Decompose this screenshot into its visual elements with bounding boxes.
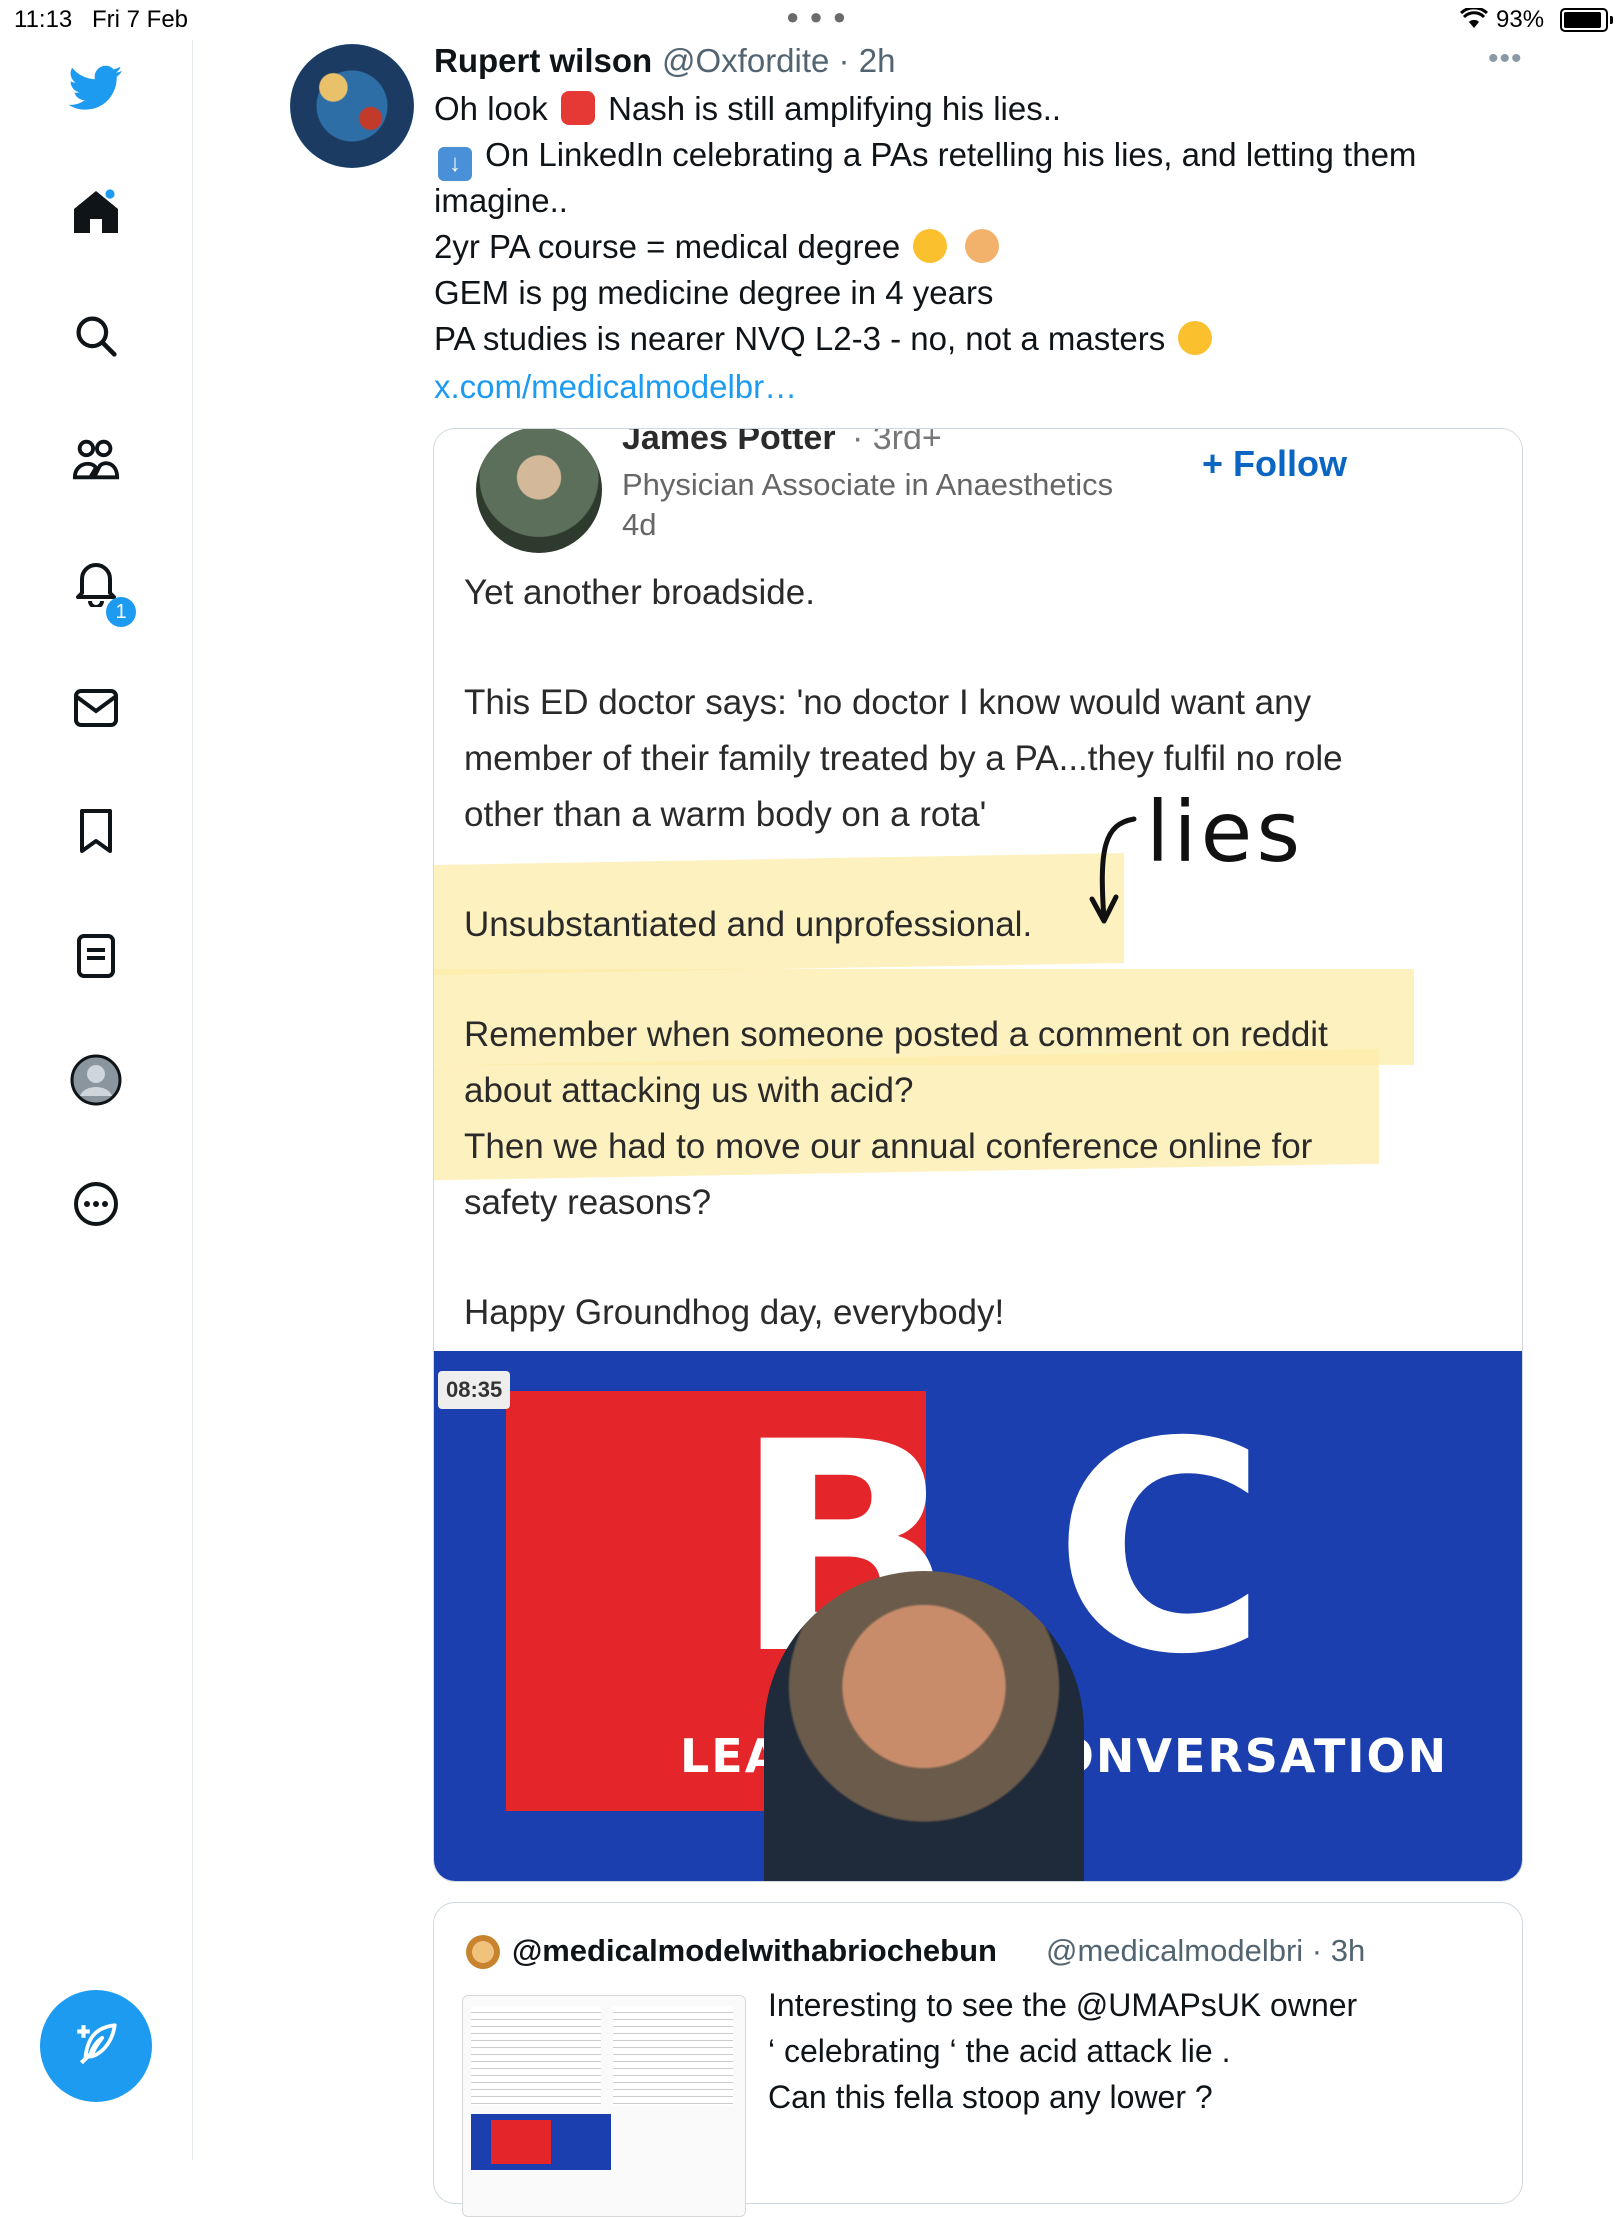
video-thumbnail[interactable]: B C LEA CONVERSATION 08:35 bbox=[434, 1351, 1522, 1881]
tweet-line-5: GEM is pg medicine degree in 4 years bbox=[434, 274, 994, 311]
twitter-bird-icon[interactable] bbox=[66, 58, 126, 118]
quoted-tweet-text: Interesting to see the @UMAPsUK owner bbox=[768, 1987, 1358, 2023]
quoted-tweet-text: ‘ celebrating ‘ the acid attack lie . bbox=[768, 2033, 1231, 2069]
video-timestamp: 08:35 bbox=[438, 1371, 511, 1409]
laughing-crying-emoji bbox=[913, 229, 948, 263]
facepalm-emoji bbox=[964, 229, 999, 263]
quoted-tweet[interactable]: @medicalmodelwithabriochebun @medicalmod… bbox=[433, 1902, 1523, 2217]
status-date: Fri 7 Feb bbox=[92, 6, 189, 33]
author-avatar[interactable] bbox=[290, 44, 414, 168]
linkedin-name: James Potter bbox=[622, 428, 836, 457]
communities-icon[interactable] bbox=[66, 430, 126, 490]
compose-feather-icon bbox=[71, 2019, 121, 2074]
profile-avatar-icon[interactable] bbox=[66, 1050, 126, 1110]
author-handle[interactable]: @Oxfordite · 2h bbox=[662, 42, 895, 80]
linkedin-text: member of their family treated by a PA..… bbox=[464, 739, 1343, 778]
tweet-link[interactable]: x.com/medicalmodelbr… bbox=[434, 368, 797, 406]
linkedin-text: This ED doctor says: 'no doctor I know w… bbox=[464, 683, 1312, 722]
handwritten-annotation: lies bbox=[1084, 783, 1414, 939]
sidebar-nav: 1 bbox=[0, 40, 193, 2160]
linkedin-text: Happy Groundhog day, everybody! bbox=[464, 1293, 1005, 1332]
battery-percentage: 93% bbox=[1496, 6, 1545, 33]
tweet-line-1: Oh look Nash is still amplifying his lie… bbox=[434, 90, 1062, 127]
tweet-line-4: 2yr PA course = medical degree bbox=[434, 228, 1003, 266]
multitasking-dots-icon[interactable]: ● ● ● bbox=[786, 4, 848, 30]
linkedin-title: Physician Associate in Anaesthetics bbox=[622, 467, 1114, 502]
down-arrow-emoji: ↓ bbox=[438, 147, 472, 181]
bookmark-icon[interactable] bbox=[66, 802, 126, 862]
quoted-author-handle: @medicalmodelbri · 3h bbox=[1046, 1933, 1366, 1968]
linkedin-avatar bbox=[476, 429, 602, 553]
quoted-tweet-text: Can this fella stoop any lower ? bbox=[768, 2079, 1213, 2115]
messages-envelope-icon[interactable] bbox=[66, 678, 126, 738]
more-circle-icon[interactable] bbox=[66, 1174, 126, 1234]
linkedin-text: other than a warm body on a rota' bbox=[464, 795, 987, 834]
linkedin-follow-label: + Follow bbox=[1202, 443, 1348, 484]
author-name[interactable]: Rupert wilson bbox=[434, 42, 652, 80]
lists-icon[interactable] bbox=[66, 926, 126, 986]
linkedin-time: 4d bbox=[622, 507, 657, 542]
linkedin-text: Yet another broadside. bbox=[464, 573, 815, 612]
tweet-line-3: imagine.. bbox=[434, 182, 568, 219]
status-bar: 11:13 Fri 7 Feb ● ● ● 93% bbox=[0, 0, 1620, 40]
linkedin-text: safety reasons? bbox=[464, 1183, 712, 1222]
lbc-letter-c: C bbox=[1054, 1381, 1267, 1718]
linkedin-text: Then we had to move our annual conferenc… bbox=[464, 1127, 1313, 1166]
quoted-tweet-thumbnail bbox=[462, 1995, 746, 2217]
ellipsis-icon[interactable]: ••• bbox=[1488, 42, 1523, 76]
tweet-media-image[interactable]: James Potter · 3rd+ Physician Associate … bbox=[433, 428, 1523, 1882]
quoted-author-name: @medicalmodelwithabriochebun bbox=[512, 1933, 997, 1968]
battery-icon bbox=[1560, 8, 1613, 32]
quoted-author-avatar bbox=[466, 1935, 500, 1969]
police-light-emoji bbox=[560, 91, 595, 125]
tweet-line-6: PA studies is nearer NVQ L2-3 - no, not … bbox=[434, 320, 1216, 358]
tweet-line-2: ↓ On LinkedIn celebrating a PAs retellin… bbox=[434, 136, 1416, 181]
linkedin-text: Unsubstantiated and unprofessional. bbox=[464, 905, 1033, 944]
status-time: 11:13 bbox=[14, 6, 73, 33]
compose-button[interactable] bbox=[40, 1990, 152, 2102]
presenter-figure bbox=[764, 1571, 1084, 1881]
wifi-icon bbox=[1459, 6, 1489, 37]
search-icon[interactable] bbox=[66, 306, 126, 366]
linkedin-text: about attacking us with acid? bbox=[464, 1071, 914, 1110]
confused-face-emoji bbox=[1178, 321, 1213, 355]
home-icon[interactable] bbox=[66, 182, 126, 242]
linkedin-degree: · 3rd+ bbox=[852, 428, 942, 457]
notifications-badge: 1 bbox=[106, 597, 136, 627]
linkedin-text: Remember when someone posted a comment o… bbox=[464, 1015, 1328, 1054]
